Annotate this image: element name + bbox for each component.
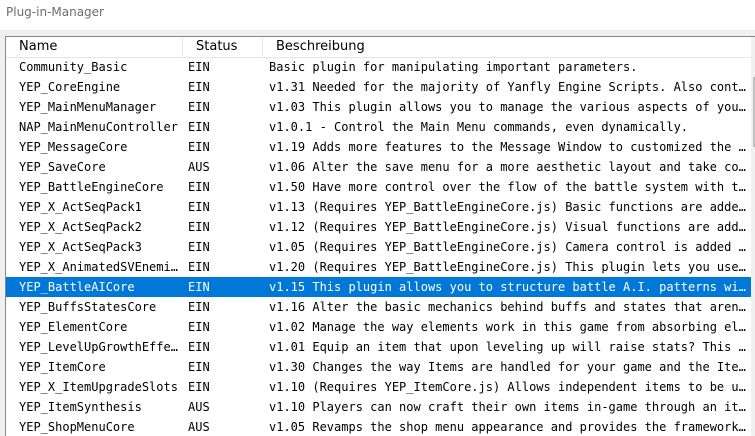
table-row[interactable]: YEP_X_AnimatedSVEnemies EIN v1.20 (Require… [6, 257, 751, 277]
table-row[interactable]: YEP_ShopMenuCore AUS v1.05 Revamps the sho… [6, 417, 751, 436]
table-row[interactable]: YEP_X_ActSeqPack2 EIN v1.12 (Requires YEP_… [6, 217, 751, 237]
plugin-description: v1.03 This plugin allows you to manage t… [269, 100, 747, 114]
table-row[interactable]: YEP_MainMenuManager EIN v1.03 This plugin … [6, 97, 751, 117]
plugin-name: YEP_BuffsStatesCore [19, 300, 157, 314]
plugin-status: EIN [188, 180, 210, 194]
list-header: Name Status Beschreibung [6, 37, 751, 58]
title-bar: Plug-in-Manager [0, 0, 755, 30]
plugin-status: EIN [188, 220, 210, 234]
window-title: Plug-in-Manager [6, 5, 104, 19]
plugin-status: EIN [188, 140, 210, 154]
plugin-name: NAP_MainMenuController [19, 120, 178, 134]
table-row[interactable]: YEP_X_ActSeqPack3 EIN v1.05 (Requires YEP_… [6, 237, 751, 257]
plugin-status: AUS [188, 400, 210, 414]
table-row[interactable]: YEP_ElementCore EIN v1.02 Manage the way e… [6, 317, 751, 337]
table-row[interactable]: YEP_X_ActSeqPack1 EIN v1.13 (Requires YEP_… [6, 197, 751, 217]
plugin-name: YEP_X_AnimatedSVEnemies [19, 260, 179, 274]
column-header-name[interactable]: Name [6, 37, 183, 57]
table-row[interactable]: NAP_MainMenuController EIN v1.0.1 - Contro… [6, 117, 751, 137]
plugin-name: YEP_X_ActSeqPack3 [19, 240, 142, 254]
plugin-name: YEP_X_ItemUpgradeSlots [19, 380, 178, 394]
plugin-name: YEP_ItemCore [19, 360, 106, 374]
table-row[interactable]: YEP_BattleEngineCore EIN v1.50 Have more c… [6, 177, 751, 197]
plugin-name: YEP_CoreEngine [19, 80, 121, 94]
table-row[interactable]: YEP_ItemCore EIN v1.30 Changes the way Ite… [6, 357, 751, 377]
plugin-name: YEP_MessageCore [19, 140, 128, 154]
plugin-name: Community_Basic [19, 60, 128, 74]
plugin-name: YEP_X_ActSeqPack1 [19, 200, 142, 214]
plugin-status: EIN [188, 240, 210, 254]
plugin-description: v1.05 Revamps the shop menu appearance a… [269, 420, 747, 434]
plugin-description: Basic plugin for manipulating important … [269, 60, 638, 74]
plugin-description: v1.0.1 - Control the Main Menu commands,… [269, 120, 689, 134]
plugin-description: v1.31 Needed for the majority of Yanfly … [269, 80, 747, 94]
plugin-status: EIN [188, 380, 210, 394]
plugin-status: EIN [188, 340, 210, 354]
plugin-name: YEP_BattleAICore [19, 280, 135, 294]
plugin-status: EIN [188, 300, 210, 314]
plugin-status: EIN [188, 260, 210, 274]
plugin-description: v1.16 Alter the basic mechanics behind b… [269, 300, 747, 314]
plugin-description: v1.12 (Requires YEP_BattleEngineCore.js)… [269, 220, 747, 234]
table-row[interactable]: YEP_LevelUpGrowthEffects EIN v1.01 Equip a… [6, 337, 751, 357]
plugin-name: YEP_LevelUpGrowthEffects [19, 340, 179, 354]
plugin-name: YEP_ItemSynthesis [19, 400, 142, 414]
table-row[interactable]: YEP_MessageCore EIN v1.19 Adds more featur… [6, 137, 751, 157]
table-row[interactable]: Community_Basic EIN Basic plugin for manip… [6, 57, 751, 77]
plugin-description: v1.20 (Requires YEP_BattleEngineCore.js)… [269, 260, 747, 274]
table-row[interactable]: YEP_SaveCore AUS v1.06 Alter the save menu… [6, 157, 751, 177]
plugin-status: EIN [188, 360, 210, 374]
plugin-status: EIN [188, 80, 210, 94]
plugin-description: v1.10 Players can now craft their own it… [269, 400, 747, 414]
plugin-list[interactable]: Name Status Beschreibung Community_Basic… [5, 36, 755, 436]
plugin-description: v1.02 Manage the way elements work in th… [269, 320, 747, 334]
plugin-name: YEP_ElementCore [19, 320, 128, 334]
column-header-status[interactable]: Status [183, 37, 263, 57]
plugin-description: v1.01 Equip an item that upon leveling u… [269, 340, 747, 354]
plugin-status: EIN [188, 120, 210, 134]
plugin-description: v1.13 (Requires YEP_BattleEngineCore.js)… [269, 200, 747, 214]
plugin-name: YEP_X_ActSeqPack2 [19, 220, 142, 234]
plugin-description: v1.19 Adds more features to the Message … [269, 140, 747, 154]
plugin-description: v1.06 Alter the save menu for a more aes… [269, 160, 747, 174]
plugin-name: YEP_SaveCore [19, 160, 106, 174]
plugin-description: v1.30 Changes the way Items are handled … [269, 360, 747, 374]
plugin-status: AUS [188, 160, 210, 174]
plugin-name: YEP_MainMenuManager [19, 100, 157, 114]
table-row[interactable]: YEP_BuffsStatesCore EIN v1.16 Alter the ba… [6, 297, 751, 317]
table-row[interactable]: YEP_CoreEngine EIN v1.31 Needed for the ma… [6, 77, 751, 97]
vertical-scrollbar[interactable] [751, 37, 755, 436]
plugin-status: EIN [188, 280, 210, 294]
column-header-description[interactable]: Beschreibung [263, 37, 751, 57]
plugin-description: v1.10 (Requires YEP_ItemCore.js) Allows … [269, 380, 747, 394]
plugin-description: v1.15 This plugin allows you to structur… [269, 280, 747, 294]
plugin-description: v1.50 Have more control over the flow of… [269, 180, 747, 194]
plugin-status: EIN [188, 200, 210, 214]
plugin-description: v1.05 (Requires YEP_BattleEngineCore.js)… [269, 240, 747, 254]
plugin-status: EIN [188, 60, 210, 74]
table-row[interactable]: YEP_BattleAICore EIN v1.15 This plugin all… [6, 277, 751, 297]
plugin-name: YEP_BattleEngineCore [19, 180, 164, 194]
table-row[interactable]: YEP_X_ItemUpgradeSlots EIN v1.10 (Requires… [6, 377, 751, 397]
plugin-name: YEP_ShopMenuCore [19, 420, 135, 434]
table-row[interactable]: YEP_ItemSynthesis AUS v1.10 Players can no… [6, 397, 751, 417]
plugin-status: EIN [188, 320, 210, 334]
plugin-status: AUS [188, 420, 210, 434]
plugin-status: EIN [188, 100, 210, 114]
